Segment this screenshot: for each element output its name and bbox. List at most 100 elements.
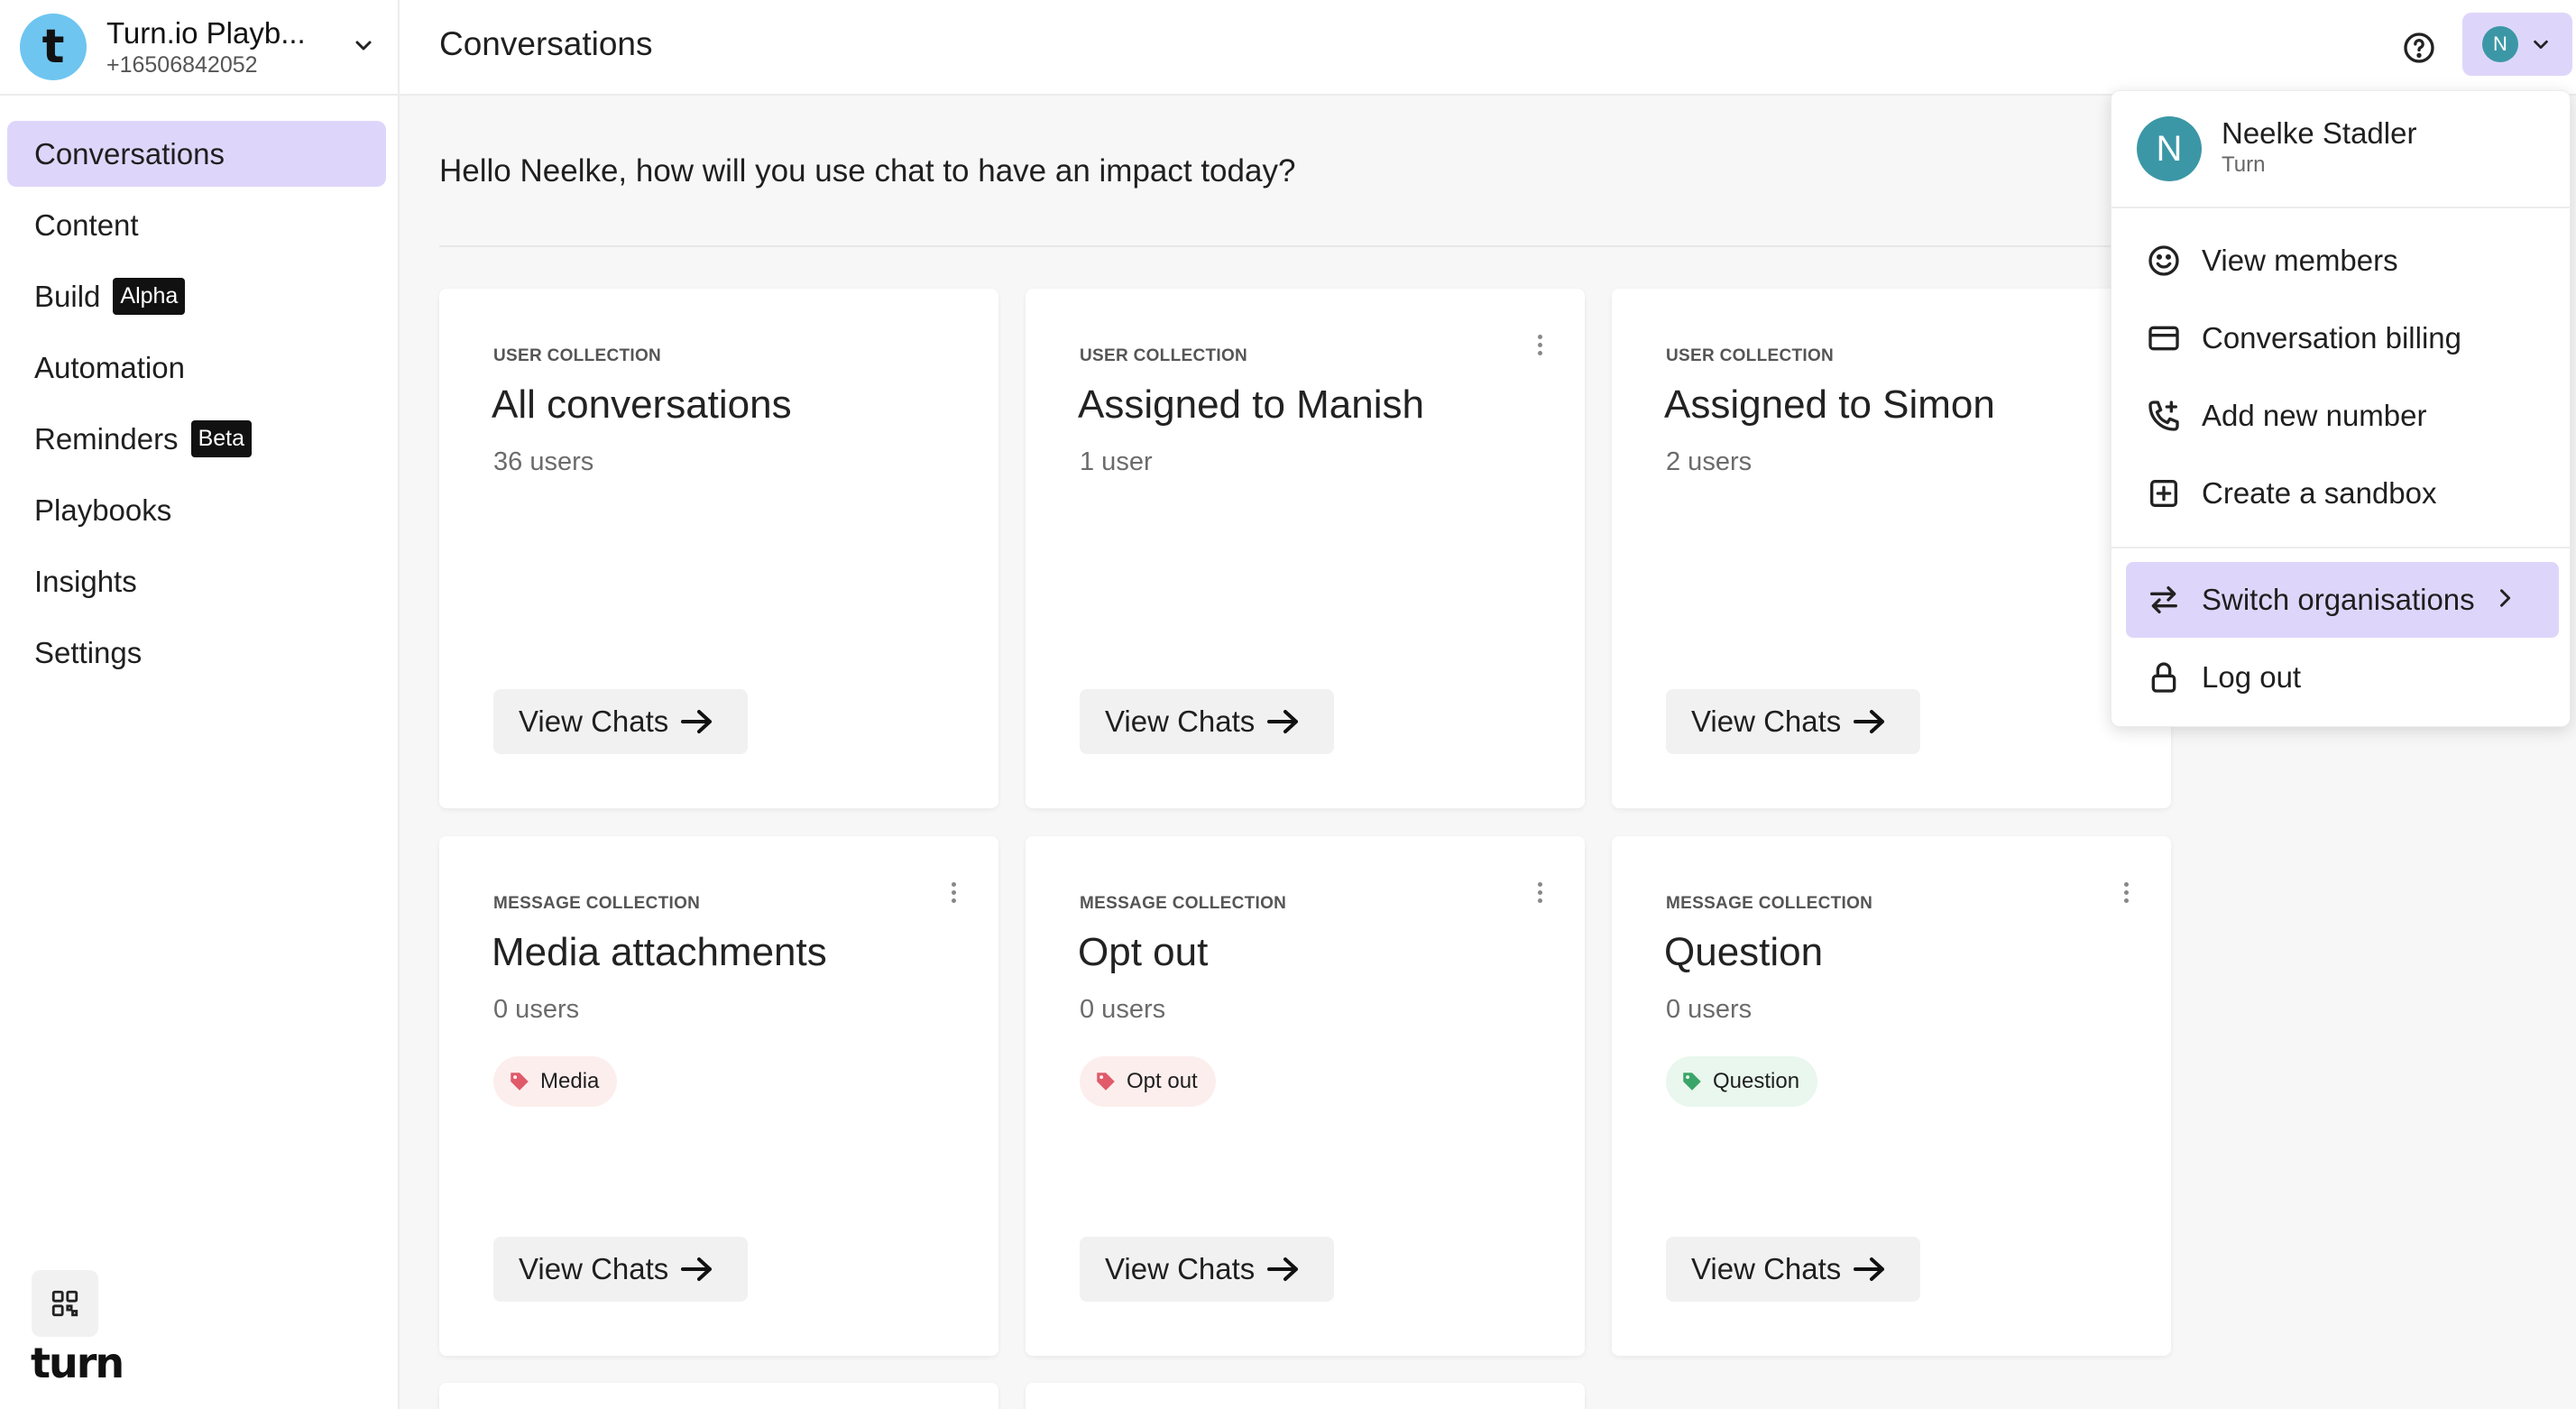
- card-kind: USER COLLECTION: [493, 346, 662, 365]
- card-count: 2 users: [1666, 447, 1753, 476]
- sidebar-item-reminders[interactable]: Reminders Beta: [7, 406, 386, 472]
- top-bar: Conversations N: [400, 0, 2576, 96]
- card-count: 1 user: [1080, 447, 1153, 476]
- sidebar-item-settings[interactable]: Settings: [7, 620, 386, 686]
- dropdown-user-header: N Neelke Stadler Turn: [2111, 91, 2571, 208]
- card-count: 0 users: [1080, 995, 1166, 1024]
- conversation-billing-menu-item[interactable]: Conversation billing: [2126, 300, 2559, 376]
- collection-card[interactable]: USER COLLECTION All conversations 36 use…: [439, 289, 998, 808]
- tag-label: Opt out: [1127, 1069, 1198, 1093]
- sidebar-item-label: Content: [34, 207, 139, 242]
- sidebar-item-build[interactable]: Build Alpha: [7, 263, 386, 329]
- avatar: N: [2482, 26, 2518, 62]
- sidebar-item-label: Settings: [34, 635, 143, 669]
- sidebar-nav: Conversations Content Build Alpha Automat…: [7, 121, 386, 691]
- add-new-number-menu-item[interactable]: Add new number: [2126, 378, 2559, 454]
- more-options-icon[interactable]: [2117, 874, 2135, 910]
- tag-icon: [1683, 1073, 1701, 1091]
- credit-card-icon: [2148, 326, 2179, 351]
- card-title: Question: [1664, 930, 1824, 974]
- label-tag: Media: [493, 1056, 618, 1107]
- arrow-right-icon: [1267, 1257, 1299, 1281]
- view-chats-label: View Chats: [1691, 704, 1842, 738]
- card-title: Assigned to Simon: [1664, 382, 1995, 427]
- alpha-badge: Alpha: [113, 278, 186, 315]
- sidebar-item-label: Automation: [34, 350, 185, 384]
- org-name: Turn.io Playb...: [106, 15, 306, 50]
- collection-card[interactable]: MESSAGE COLLECTION Question 0 users Ques…: [1612, 836, 2171, 1356]
- view-chats-button[interactable]: View Chats: [493, 689, 748, 754]
- chevron-down-icon[interactable]: [347, 29, 380, 61]
- sidebar-item-insights[interactable]: Insights: [7, 548, 386, 614]
- card-title: Opt out: [1078, 930, 1209, 974]
- view-chats-button[interactable]: View Chats: [493, 1237, 748, 1302]
- sidebar: t Turn.io Playb... +16506842052 Conversa…: [0, 0, 400, 1409]
- avatar: N: [2137, 116, 2202, 181]
- view-chats-button[interactable]: View Chats: [1666, 1237, 1920, 1302]
- view-chats-label: View Chats: [519, 704, 669, 738]
- sidebar-item-content[interactable]: Content: [7, 192, 386, 258]
- sidebar-item-playbooks[interactable]: Playbooks: [7, 477, 386, 543]
- view-chats-label: View Chats: [1691, 1252, 1842, 1285]
- view-chats-label: View Chats: [1105, 704, 1256, 738]
- collection-card[interactable]: [439, 1383, 998, 1409]
- view-members-menu-item[interactable]: View members: [2126, 223, 2559, 299]
- tag-icon: [511, 1073, 529, 1091]
- view-chats-button[interactable]: View Chats: [1080, 689, 1334, 754]
- collection-card[interactable]: MESSAGE COLLECTION Media attachments 0 u…: [439, 836, 998, 1356]
- more-options-icon[interactable]: [1531, 327, 1549, 363]
- card-title: Assigned to Manish: [1078, 382, 1424, 427]
- card-count: 0 users: [1666, 995, 1753, 1024]
- lock-icon: [2151, 662, 2176, 693]
- menu-item-label: Switch organisations: [2202, 583, 2475, 616]
- sidebar-item-label: Conversations: [34, 136, 225, 170]
- arrow-right-icon: [1854, 1257, 1885, 1281]
- label-tag: Question: [1666, 1056, 1818, 1107]
- menu-item-label: Conversation billing: [2202, 321, 2461, 355]
- collection-card[interactable]: USER COLLECTION Assigned to Simon 2 user…: [1612, 289, 2171, 808]
- collection-card[interactable]: USER COLLECTION Assigned to Manish 1 use…: [1026, 289, 1585, 808]
- more-options-icon[interactable]: [1531, 874, 1549, 910]
- label-tag: Opt out: [1080, 1056, 1216, 1107]
- collection-card[interactable]: MESSAGE COLLECTION Opt out 0 users Opt o…: [1026, 836, 1585, 1356]
- create-sandbox-menu-item[interactable]: Create a sandbox: [2126, 456, 2559, 531]
- chevron-right-icon: [2500, 589, 2511, 607]
- menu-item-label: Log out: [2202, 660, 2302, 694]
- arrow-right-icon: [1854, 710, 1885, 733]
- help-icon[interactable]: [2397, 25, 2442, 70]
- qr-code-button[interactable]: [32, 1270, 98, 1337]
- sidebar-item-automation[interactable]: Automation: [7, 335, 386, 401]
- view-chats-button[interactable]: View Chats: [1080, 1237, 1334, 1302]
- qr-code-icon: [51, 1290, 78, 1317]
- sidebar-item-label: Build: [34, 279, 101, 313]
- divider: [2111, 547, 2571, 548]
- org-info: Turn.io Playb... +16506842052: [106, 16, 350, 78]
- view-chats-button[interactable]: View Chats: [1666, 689, 1920, 754]
- beta-badge: Beta: [190, 420, 252, 457]
- org-switcher[interactable]: t Turn.io Playb... +16506842052: [0, 0, 400, 96]
- menu-item-label: Add new number: [2202, 399, 2427, 432]
- turn-logo: turn: [31, 1339, 124, 1387]
- card-kind: USER COLLECTION: [1666, 346, 1835, 365]
- sidebar-item-conversations[interactable]: Conversations: [7, 121, 386, 187]
- card-title: All conversations: [492, 382, 792, 427]
- org-logo: t: [20, 14, 87, 80]
- switch-organisations-menu-item[interactable]: Switch organisations: [2126, 562, 2559, 638]
- sidebar-item-label: Insights: [34, 564, 137, 598]
- menu-item-label: Create a sandbox: [2202, 476, 2437, 510]
- more-options-icon[interactable]: [944, 874, 962, 910]
- arrow-right-icon: [1267, 710, 1299, 733]
- log-out-menu-item[interactable]: Log out: [2126, 640, 2559, 715]
- divider: [439, 245, 2171, 247]
- tag-icon: [1097, 1073, 1115, 1091]
- collection-card[interactable]: [1026, 1383, 1585, 1409]
- user-menu-button[interactable]: N: [2462, 13, 2572, 76]
- greeting-text: Hello Neelke, how will you use chat to h…: [439, 153, 1296, 189]
- org-phone: +16506842052: [106, 51, 258, 78]
- tag-label: Question: [1713, 1069, 1800, 1093]
- card-kind: MESSAGE COLLECTION: [1080, 894, 1287, 913]
- view-chats-label: View Chats: [1105, 1252, 1256, 1285]
- user-name: Neelke Stadler: [2222, 116, 2417, 150]
- arrow-right-icon: [681, 1257, 713, 1281]
- menu-item-label: View members: [2202, 244, 2398, 277]
